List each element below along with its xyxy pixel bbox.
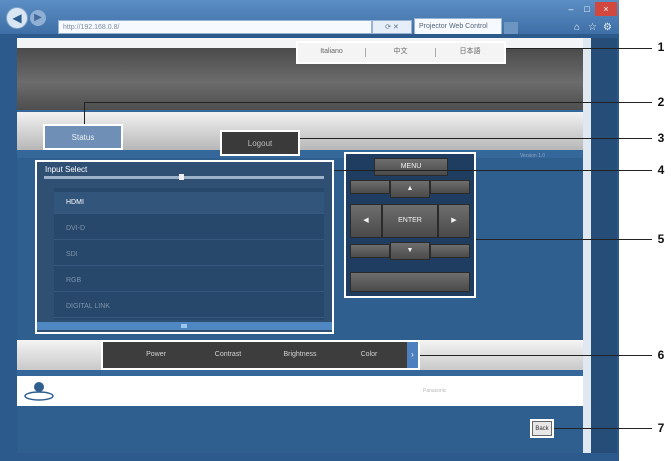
address-bar[interactable]: http://192.168.0.8/ [58,20,372,34]
blank-button[interactable] [350,180,390,194]
close-button[interactable]: × [595,2,617,16]
blank-button[interactable] [430,180,470,194]
tab-brightness[interactable]: Brightness [265,342,335,368]
control-panel: MENU ▲ ◀ ENTER ▶ ▼ [344,152,476,298]
callout-leader-7 [554,428,652,429]
menu-button[interactable]: MENU [374,158,448,176]
blank-button[interactable] [430,244,470,258]
logo-icon [24,382,54,401]
callout-leader-1 [506,48,652,49]
footer [17,376,583,406]
page-right-margin [591,38,617,453]
callout-number-2: 2 [657,95,665,109]
callout-leader-5 [476,239,652,240]
footer-brand-text: Panasonic [423,388,447,394]
callout-leader-2-vert [84,102,85,124]
function-tab-bar: Power Contrast Brightness Color › [101,340,420,370]
blank-button[interactable] [350,272,470,292]
page-scrollbar[interactable] [583,38,591,453]
callout-number-3: 3 [657,131,665,145]
callout-number-6: 6 [657,348,665,362]
callout-leader-4 [334,170,652,171]
home-icon[interactable]: ⌂ [574,22,580,33]
tab-next-arrow[interactable]: › [407,342,418,368]
callout-box-4 [35,160,334,334]
browser-tab[interactable]: Projector Web Control [414,18,502,34]
callout-leader-6 [420,355,652,356]
callout-box-2 [43,124,123,150]
maximize-button[interactable]: □ [579,2,595,16]
minimize-button[interactable]: – [563,2,579,16]
callout-box-3 [220,130,300,156]
enter-button[interactable]: ENTER [382,204,438,238]
up-button[interactable]: ▲ [390,180,430,198]
forward-icon[interactable]: ▶ [30,10,46,26]
callout-box-1 [296,41,506,64]
back-icon[interactable]: ◀ [6,7,28,29]
blank-button[interactable] [350,244,390,258]
new-tab-button[interactable] [504,22,518,34]
tab-contrast[interactable]: Contrast [193,342,263,368]
callout-box-7 [530,419,554,438]
left-button[interactable]: ◀ [350,204,382,238]
down-button[interactable]: ▼ [390,242,430,260]
callout-number-1: 1 [657,40,665,54]
star-icon[interactable]: ☆ [588,22,597,33]
gear-icon[interactable]: ⚙ [603,22,612,33]
tab-power[interactable]: Power [121,342,191,368]
callout-leader-3 [300,138,652,139]
callout-leader-2 [84,102,652,103]
right-button[interactable]: ▶ [438,204,470,238]
callout-number-5: 5 [657,232,665,246]
tab-color[interactable]: Color [337,342,401,368]
address-controls[interactable]: ⟳ ✕ [372,20,412,34]
callout-number-4: 4 [657,163,665,177]
bottom-area [17,406,583,453]
callout-number-7: 7 [657,421,665,435]
window-controls: – □ × [563,2,617,16]
